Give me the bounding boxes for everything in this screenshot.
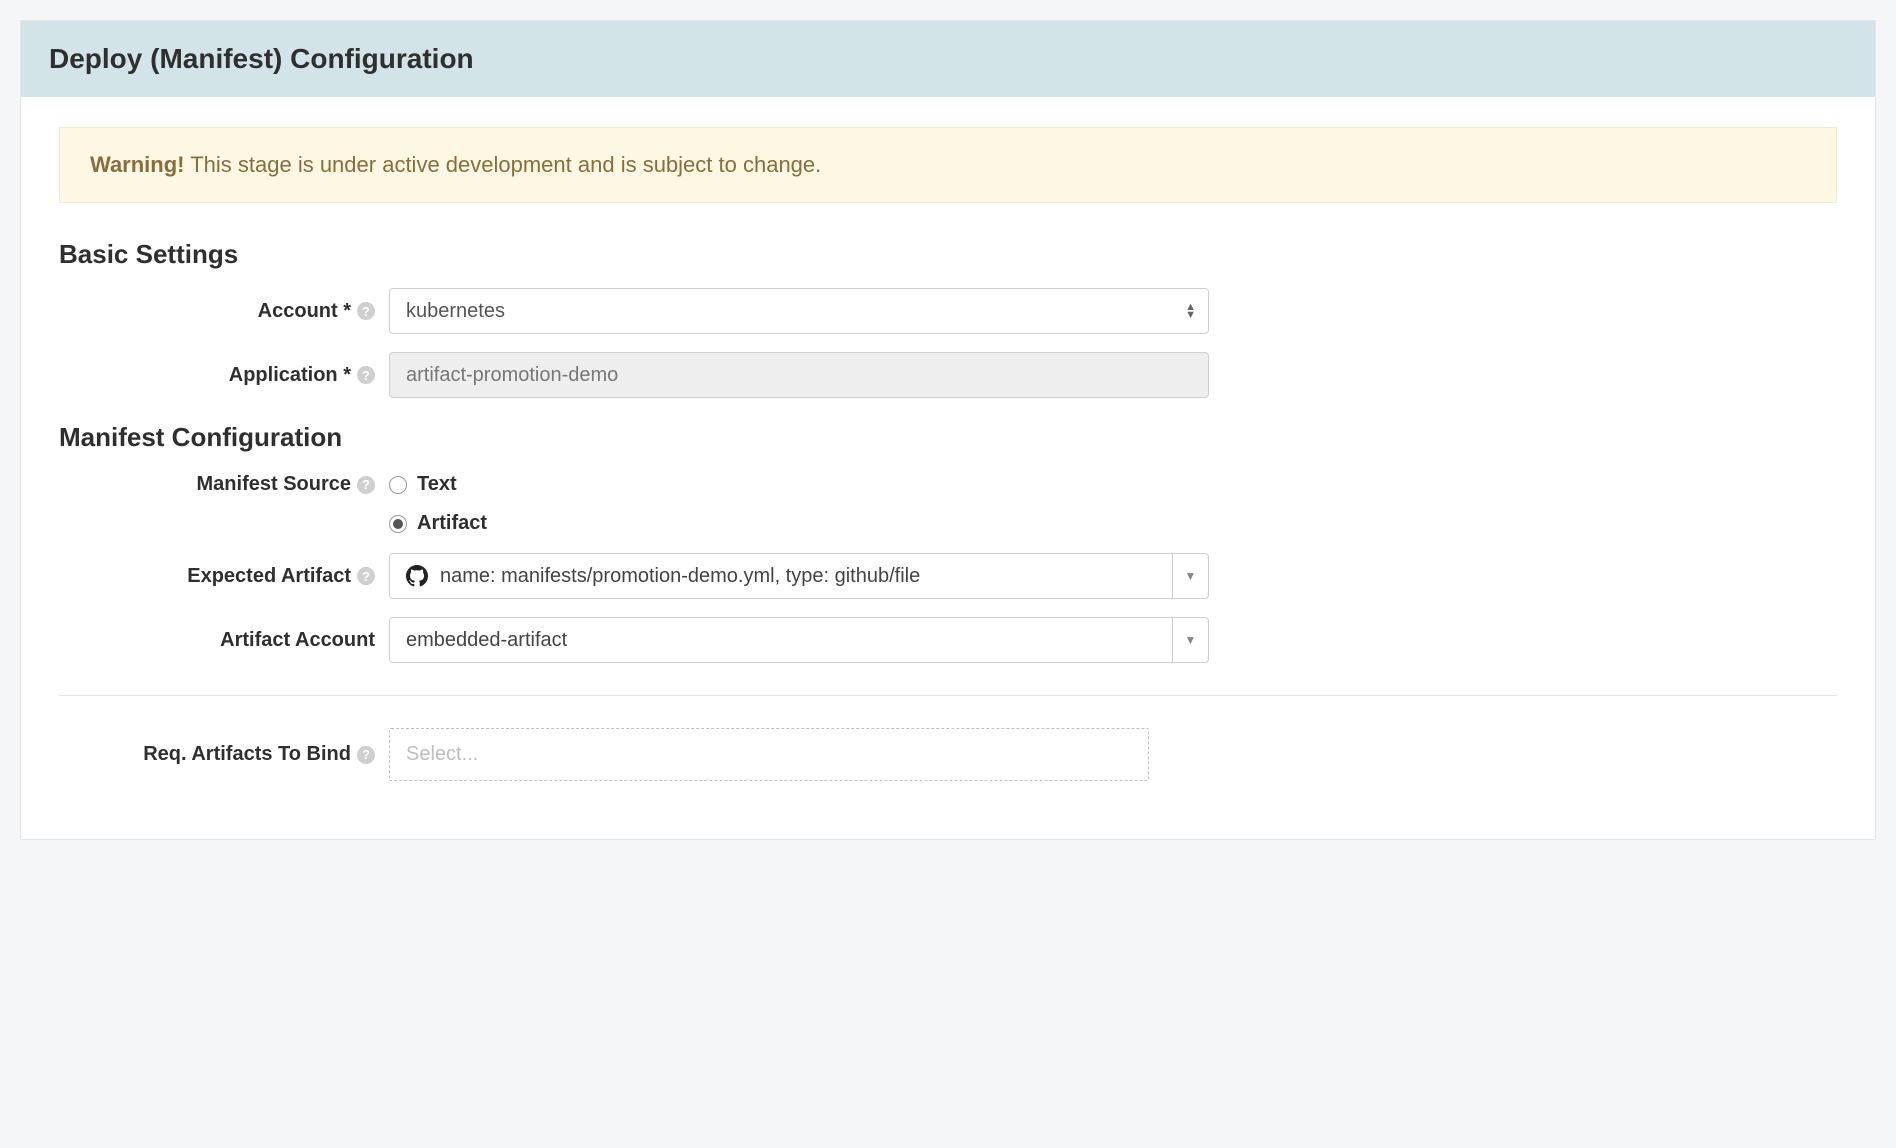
help-icon[interactable]: ? [357,366,375,384]
expected-artifact-label: Expected Artifact ? [59,565,389,588]
req-artifacts-label: Req. Artifacts To Bind ? [59,743,389,766]
artifact-account-row: Artifact Account embedded-artifact ▼ [59,617,1837,663]
radio-text[interactable]: Text [389,473,1209,496]
config-panel: Deploy (Manifest) Configuration Warning!… [20,20,1876,840]
manifest-source-label-text: Manifest Source [197,473,351,496]
expected-artifact-label-text: Expected Artifact [187,565,351,588]
artifact-account-label-text: Artifact Account [220,629,375,652]
application-label: Application * ? [59,364,389,387]
radio-icon [389,515,407,533]
radio-artifact[interactable]: Artifact [389,512,1209,535]
application-row: Application * ? artifact-promotion-demo [59,352,1837,398]
account-select[interactable]: kubernetes ▲▼ [389,288,1209,334]
chevron-down-icon: ▼ [1172,554,1208,598]
radio-icon [389,476,407,494]
warning-text: This stage is under active development a… [190,152,821,177]
panel-title: Deploy (Manifest) Configuration [21,21,1875,97]
github-icon [406,565,428,587]
expected-artifact-select[interactable]: name: manifests/promotion-demo.yml, type… [389,553,1209,599]
divider [59,695,1837,696]
account-select-value: kubernetes [406,300,505,323]
radio-artifact-label: Artifact [417,512,487,535]
req-artifacts-placeholder: Select... [406,743,478,765]
req-artifacts-row: Req. Artifacts To Bind ? Select... [59,728,1837,781]
account-row: Account * ? kubernetes ▲▼ [59,288,1837,334]
application-label-text: Application * [229,364,351,387]
radio-text-label: Text [417,473,457,496]
application-value: artifact-promotion-demo [406,364,618,387]
artifact-account-value: embedded-artifact [406,629,567,652]
help-icon[interactable]: ? [357,746,375,764]
req-artifacts-label-text: Req. Artifacts To Bind [143,743,351,766]
help-icon[interactable]: ? [357,302,375,320]
panel-body: Warning! This stage is under active deve… [21,97,1875,839]
help-icon[interactable]: ? [357,567,375,585]
application-field: artifact-promotion-demo [389,352,1209,398]
chevron-down-icon: ▼ [1172,618,1208,662]
account-label: Account * ? [59,300,389,323]
account-label-text: Account * [258,300,351,323]
sort-icon: ▲▼ [1185,303,1196,319]
req-artifacts-multiselect[interactable]: Select... [389,728,1149,781]
expected-artifact-row: Expected Artifact ? name: manifests/prom… [59,553,1837,599]
manifest-config-heading: Manifest Configuration [59,422,1837,453]
artifact-account-select[interactable]: embedded-artifact ▼ [389,617,1209,663]
warning-alert: Warning! This stage is under active deve… [59,127,1837,203]
artifact-account-label: Artifact Account [59,629,389,652]
expected-artifact-value: name: manifests/promotion-demo.yml, type… [440,565,920,588]
manifest-source-row: Manifest Source ? Text Artifact [59,471,1837,535]
manifest-source-radio-group: Text Artifact [389,471,1209,535]
help-icon[interactable]: ? [357,476,375,494]
manifest-source-label: Manifest Source ? [59,471,389,496]
warning-prefix: Warning! [90,152,185,177]
basic-settings-heading: Basic Settings [59,239,1837,270]
